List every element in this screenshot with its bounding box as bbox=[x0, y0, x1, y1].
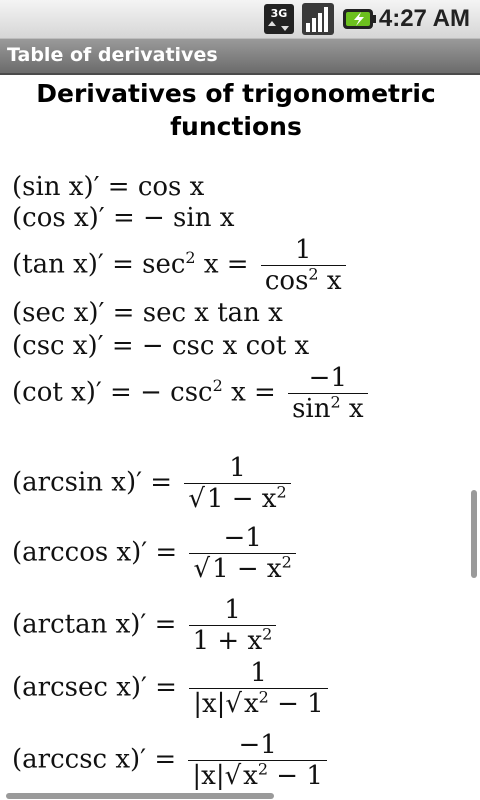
formula-cot: (cot x)′ = − csc2 x = −1 sin2 x bbox=[12, 363, 372, 424]
3g-data-icon: 3G bbox=[264, 4, 294, 34]
svg-text:3G: 3G bbox=[271, 7, 288, 20]
battery-charging-icon bbox=[343, 9, 376, 29]
page-heading: Derivatives of trigonometric functions bbox=[36, 79, 436, 141]
formula-arctan: (arctan x)′ = 11 + x2 bbox=[12, 595, 280, 656]
formula-csc: (csc x)′ = − csc x cot x bbox=[12, 331, 310, 361]
app-title: Table of derivatives bbox=[7, 44, 218, 66]
formula-sec: (sec x)′ = sec x tan x bbox=[12, 298, 283, 328]
formula-sin: (sin x)′ = cos x bbox=[12, 172, 205, 202]
title-bar: Table of derivatives bbox=[0, 39, 480, 75]
formula-cos: (cos x)′ = − sin x bbox=[12, 203, 235, 233]
formula-arcsin: (arcsin x)′ = 1 √1 − x2 bbox=[12, 453, 295, 514]
formula-arccos: (arccos x)′ = −1 √1 − x2 bbox=[12, 523, 300, 584]
content-area[interactable]: Derivatives of trigonometric functions (… bbox=[0, 75, 480, 800]
formula-arccsc: (arccsc x)′ = −1 |x|√x2 − 1 bbox=[12, 730, 331, 791]
formula-arcsec: (arcsec x)′ = 1 |x|√x2 − 1 bbox=[12, 658, 332, 719]
horizontal-scrollbar[interactable] bbox=[6, 793, 274, 799]
signal-strength-icon bbox=[302, 3, 334, 35]
formula-tan: (tan x)′ = sec2 x = 1 cos2 x bbox=[12, 235, 350, 296]
status-bar: 3G 4:27 AM bbox=[0, 0, 480, 39]
status-time: 4:27 AM bbox=[378, 5, 470, 32]
vertical-scrollbar[interactable] bbox=[471, 490, 477, 578]
